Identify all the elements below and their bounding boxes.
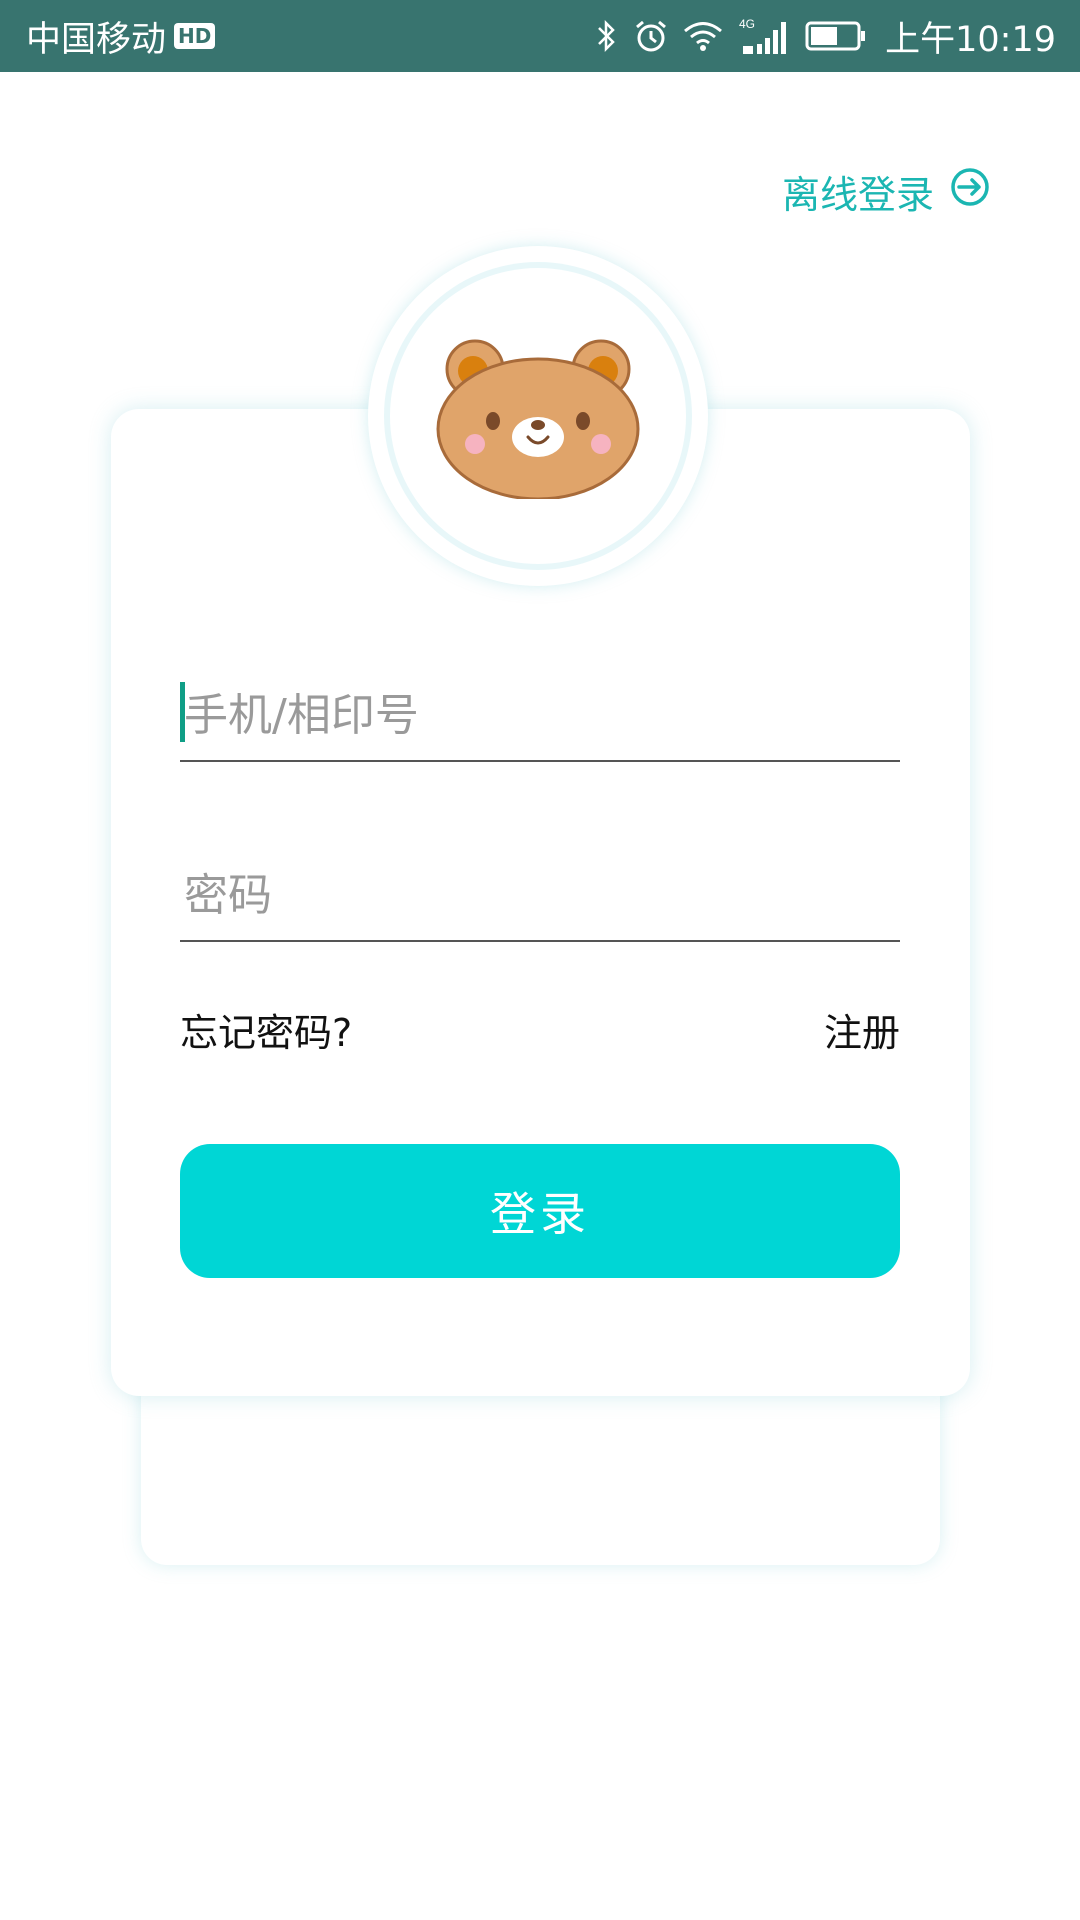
login-button[interactable]: 登录 [180,1144,900,1278]
status-right: 4G 上午10:19 [595,11,1056,62]
hd-badge: HD [174,23,216,49]
network-label: 4G [739,17,755,31]
signal-icon: 4G [737,16,791,56]
arrow-circle-right-icon [950,167,990,216]
bear-icon [433,329,643,503]
forgot-password-link[interactable]: 忘记密码? [180,1002,352,1057]
alarm-icon [633,18,669,54]
status-bar: 中国移动 HD 4G 上午10:19 [0,0,1080,72]
avatar [368,246,708,586]
register-link[interactable]: 注册 [824,1002,900,1057]
battery-icon [805,21,867,51]
bluetooth-icon [595,18,619,54]
phone-field[interactable] [180,670,900,762]
offline-login-label: 离线登录 [781,173,934,217]
phone-input[interactable] [180,670,900,760]
carrier-name: 中国移动 [26,19,167,60]
status-left: 中国移动 HD [26,11,216,62]
offline-login-link[interactable]: 离线登录 [782,164,990,219]
password-input[interactable] [180,850,900,940]
auth-links: 忘记密码? 注册 [180,1002,900,1057]
avatar-inner [390,268,686,564]
clock-time: 上午10:19 [885,19,1056,60]
wifi-icon [683,20,723,52]
text-cursor [180,682,185,742]
password-field[interactable] [180,850,900,942]
